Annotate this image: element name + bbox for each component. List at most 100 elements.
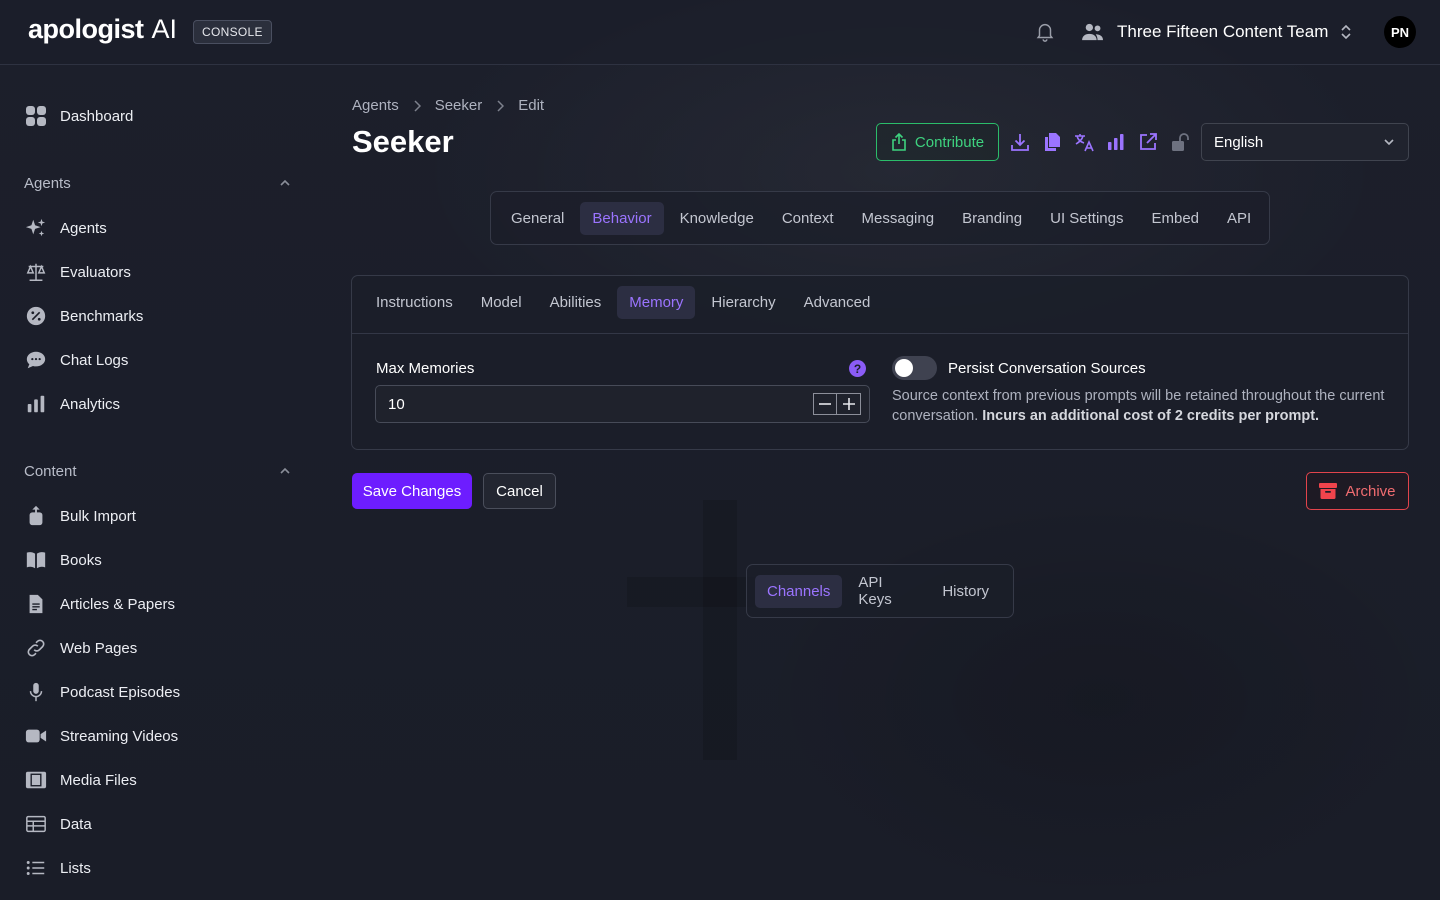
tab-context[interactable]: Context: [770, 202, 846, 235]
behavior-panel: Instructions Model Abilities Memory Hier…: [351, 275, 1409, 450]
subtab-advanced[interactable]: Advanced: [792, 286, 883, 319]
tab-channels[interactable]: Channels: [755, 574, 843, 608]
breadcrumb-item-seeker[interactable]: Seeker: [435, 97, 483, 114]
sidebar-item-dashboard[interactable]: Dashboard: [24, 102, 133, 130]
subtab-memory[interactable]: Memory: [617, 286, 696, 319]
team-icon: [1082, 22, 1104, 42]
console-badge: CONSOLE: [193, 20, 272, 44]
persist-desc-cost: Incurs an additional cost of 2 credits p…: [982, 408, 1320, 424]
sidebar-section-agents: Agents: [24, 175, 71, 192]
sidebar-item-media-files[interactable]: Media Files: [24, 766, 137, 794]
sidebar-item-label: Chat Logs: [60, 351, 129, 369]
sub-tabs: Instructions Model Abilities Memory Hier…: [364, 286, 886, 319]
bell-icon[interactable]: [1034, 21, 1056, 43]
archive-button[interactable]: Archive: [1306, 472, 1409, 510]
sidebar-item-bulk-import[interactable]: Bulk Import: [24, 502, 136, 530]
sidebar-item-label: Benchmarks: [60, 307, 144, 325]
team-switcher[interactable]: Three Fifteen Content Team: [1117, 22, 1328, 42]
tab-embed[interactable]: Embed: [1139, 202, 1211, 235]
sidebar-item-data[interactable]: Data: [24, 810, 92, 838]
download-icon[interactable]: [1010, 132, 1030, 152]
chevron-up-icon[interactable]: [278, 464, 292, 478]
cancel-button[interactable]: Cancel: [483, 473, 556, 509]
sparkles-icon: [24, 216, 48, 240]
table-icon: [24, 812, 48, 836]
question-circle-icon[interactable]: ?: [849, 360, 866, 377]
page-title: Seeker: [352, 124, 454, 159]
sidebar-item-label: Evaluators: [60, 263, 131, 281]
app-logo[interactable]: apologist AI: [28, 14, 177, 45]
tab-history[interactable]: History: [930, 575, 1001, 608]
sidebar-item-streaming-videos[interactable]: Streaming Videos: [24, 722, 178, 750]
tab-behavior[interactable]: Behavior: [580, 201, 664, 235]
tab-general[interactable]: General: [499, 202, 576, 235]
sidebar-item-label: Books: [60, 551, 102, 569]
document-icon: [24, 592, 48, 616]
chevron-up-down-icon[interactable]: [1339, 23, 1353, 41]
tab-api-keys[interactable]: API Keys: [846, 566, 926, 616]
persist-sources-toggle[interactable]: [892, 356, 937, 380]
external-link-icon[interactable]: [1138, 132, 1158, 152]
tab-messaging[interactable]: Messaging: [850, 202, 947, 235]
chat-bubble-icon: [24, 348, 48, 372]
sidebar-item-label: Data: [60, 815, 92, 833]
sidebar-item-evaluators[interactable]: Evaluators: [24, 258, 131, 286]
subtab-hierarchy[interactable]: Hierarchy: [699, 286, 787, 319]
increment-button[interactable]: [837, 393, 861, 415]
film-icon: [24, 768, 48, 792]
translate-icon[interactable]: [1074, 132, 1094, 152]
book-open-icon: [24, 548, 48, 572]
chevron-down-icon: [1384, 139, 1394, 146]
chevron-up-icon[interactable]: [278, 176, 292, 190]
quantity-stepper: [813, 393, 861, 415]
sidebar-item-label: Dashboard: [60, 107, 134, 125]
lock-open-icon[interactable]: [1170, 132, 1190, 152]
contribute-label: Contribute: [914, 133, 985, 151]
sidebar-item-web-pages[interactable]: Web Pages: [24, 634, 137, 662]
subtab-model[interactable]: Model: [469, 286, 534, 319]
sidebar-item-label: Bulk Import: [60, 507, 136, 525]
max-memories-input[interactable]: 10: [375, 385, 870, 423]
save-button[interactable]: Save Changes: [352, 473, 472, 509]
sidebar-item-label: Lists: [60, 859, 91, 877]
sidebar-item-chat-logs[interactable]: Chat Logs: [24, 346, 128, 374]
decrement-button[interactable]: [813, 393, 837, 415]
subtab-instructions[interactable]: Instructions: [364, 286, 465, 319]
chevron-right-icon: [414, 99, 421, 112]
chevron-right-icon: [497, 99, 505, 112]
sidebar-item-agents[interactable]: Agents: [24, 214, 107, 242]
tab-ui-settings[interactable]: UI Settings: [1038, 202, 1135, 235]
grid-icon: [24, 104, 48, 128]
language-value: English: [1214, 133, 1264, 151]
sidebar-item-podcast-episodes[interactable]: Podcast Episodes: [24, 678, 180, 706]
breadcrumb-item-edit: Edit: [518, 97, 545, 114]
subtab-abilities[interactable]: Abilities: [538, 286, 614, 319]
video-camera-icon: [24, 724, 48, 748]
contribute-button[interactable]: Contribute: [876, 123, 999, 161]
list-icon: [24, 856, 48, 880]
user-avatar[interactable]: PN: [1384, 16, 1416, 48]
scale-icon: [24, 260, 48, 284]
sidebar-item-label: Streaming Videos: [60, 727, 179, 745]
sidebar-item-articles-papers[interactable]: Articles & Papers: [24, 590, 175, 618]
persist-sources-label: Persist Conversation Sources: [948, 360, 1146, 377]
duplicate-icon[interactable]: [1042, 132, 1062, 152]
sidebar-item-analytics[interactable]: Analytics: [24, 390, 120, 418]
tab-branding[interactable]: Branding: [950, 202, 1034, 235]
link-icon: [24, 636, 48, 660]
sidebar-item-benchmarks[interactable]: Benchmarks: [24, 302, 143, 330]
language-select[interactable]: English: [1201, 123, 1409, 161]
breadcrumb-item-agents[interactable]: Agents: [352, 97, 399, 114]
tab-api[interactable]: API: [1215, 202, 1263, 235]
analytics-icon[interactable]: [1106, 132, 1126, 152]
archive-box-icon: [1319, 483, 1338, 499]
tab-knowledge[interactable]: Knowledge: [668, 202, 766, 235]
sidebar-item-lists[interactable]: Lists: [24, 854, 91, 882]
background-cross-vertical: [703, 500, 737, 760]
breadcrumb: Agents Seeker Edit: [352, 97, 544, 114]
plus-icon: [842, 398, 855, 410]
minus-icon: [819, 403, 831, 405]
sidebar: Dashboard Agents Agents Evaluators Bench…: [0, 65, 320, 900]
sidebar-item-books[interactable]: Books: [24, 546, 102, 574]
sidebar-item-label: Articles & Papers: [60, 595, 176, 613]
